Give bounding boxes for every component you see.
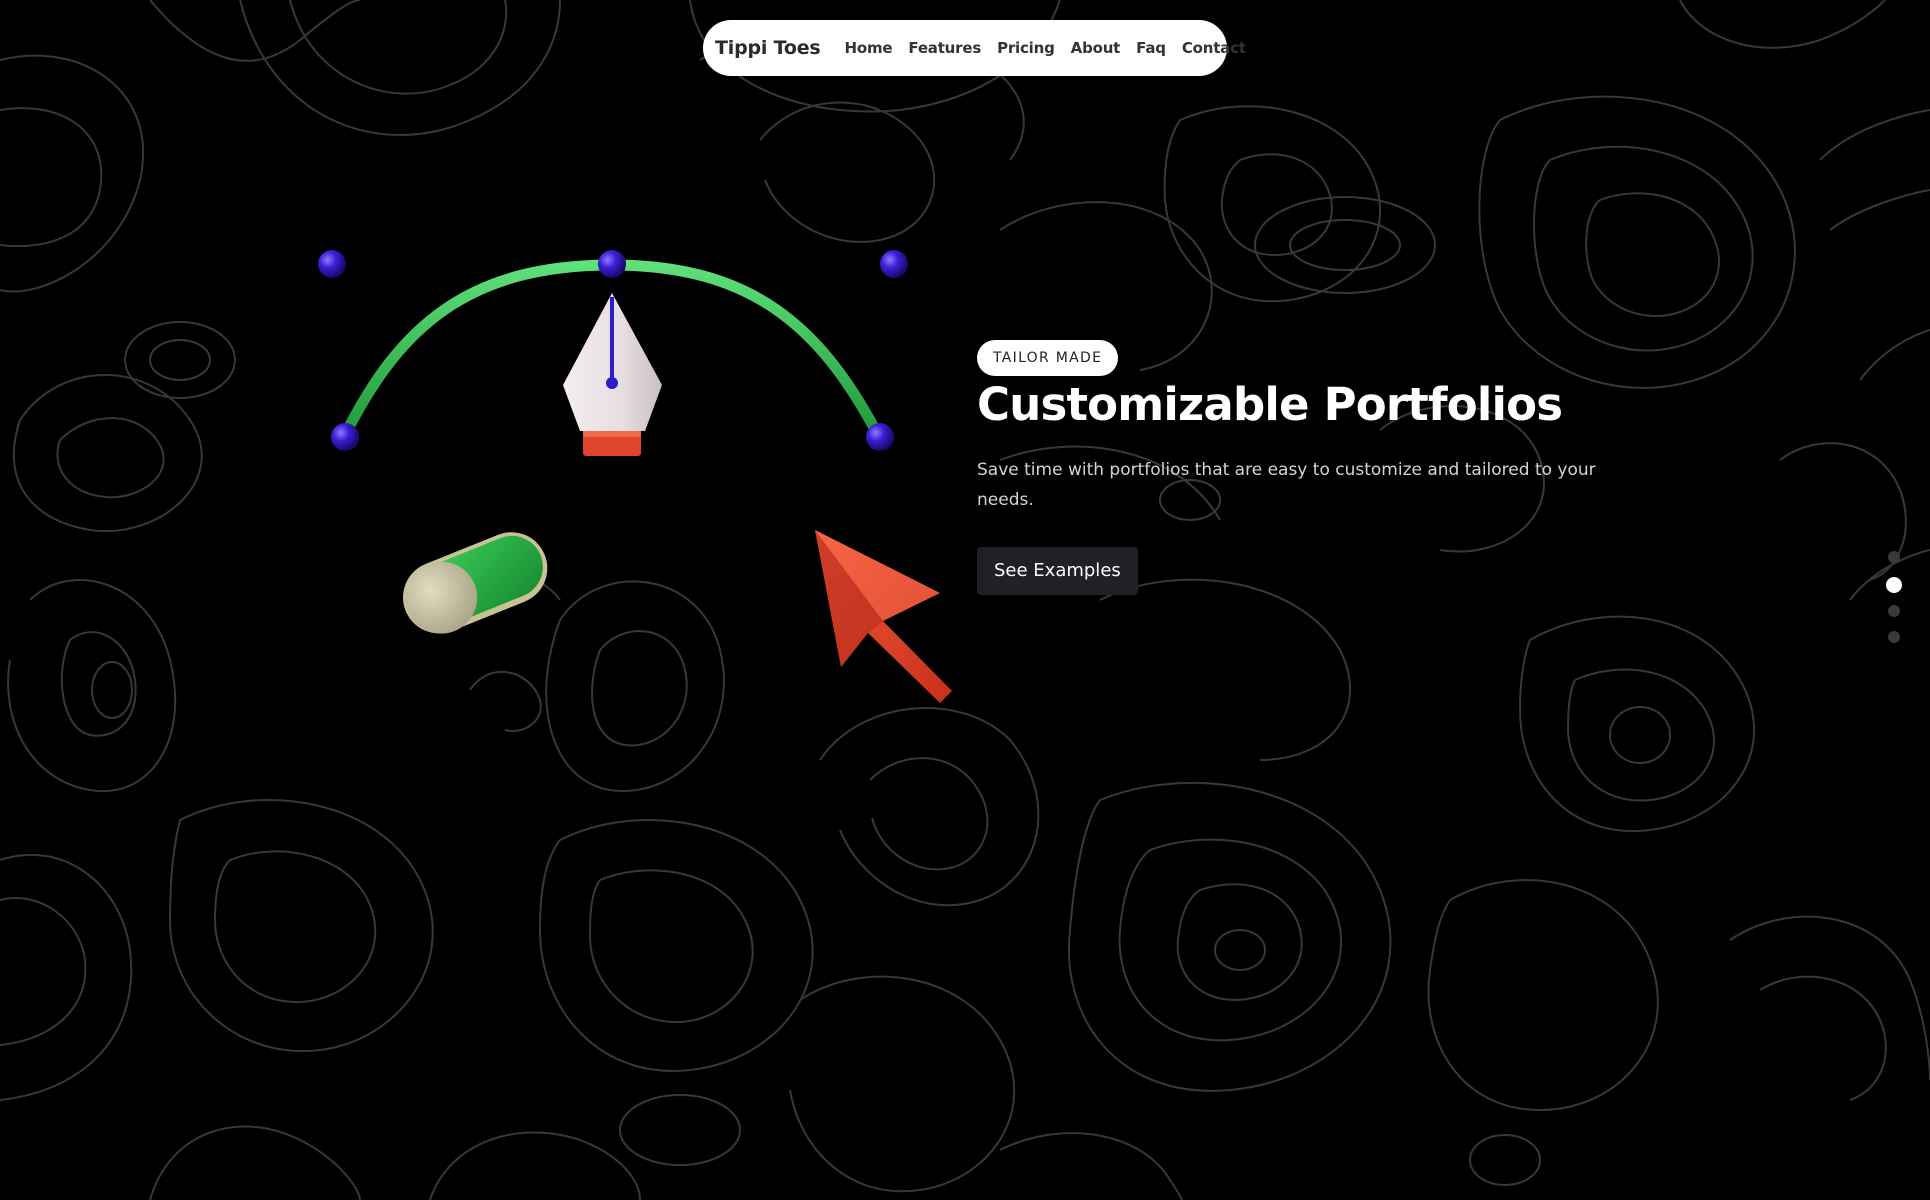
nav-link-contact[interactable]: Contact xyxy=(1182,39,1246,57)
see-examples-button[interactable]: See Examples xyxy=(977,547,1138,595)
pagination-dot-4[interactable] xyxy=(1888,631,1900,643)
nav-link-pricing[interactable]: Pricing xyxy=(997,39,1055,57)
pagination-dot-2-active[interactable] xyxy=(1886,577,1902,593)
nav-link-about[interactable]: About xyxy=(1071,39,1121,57)
hero-description: Save time with portfolios that are easy … xyxy=(977,460,1596,510)
nav-link-features[interactable]: Features xyxy=(908,39,981,57)
bezier-pen-tool-icon xyxy=(318,250,908,456)
top-navbar: Tippi Toes Home Features Pricing About F… xyxy=(703,20,1246,76)
brand-logo[interactable]: Tippi Toes xyxy=(715,37,821,59)
hero-illustration xyxy=(318,250,952,703)
page-title: Customizable Portfolios xyxy=(977,378,1563,431)
nav-links: Home Features Pricing About Faq Contact xyxy=(845,39,1246,57)
hero-section: TAILOR MADE Customizable Portfolios Save… xyxy=(977,340,1617,595)
tailor-made-badge: TAILOR MADE xyxy=(977,340,1119,376)
pagination-dot-1[interactable] xyxy=(1888,551,1900,563)
cursor-arrow-icon xyxy=(815,530,952,703)
toggle-switch-icon xyxy=(402,532,548,634)
nav-link-faq[interactable]: Faq xyxy=(1136,39,1166,57)
nav-link-home[interactable]: Home xyxy=(845,39,893,57)
pagination-dot-3[interactable] xyxy=(1888,605,1900,617)
slide-pagination xyxy=(1886,551,1902,657)
